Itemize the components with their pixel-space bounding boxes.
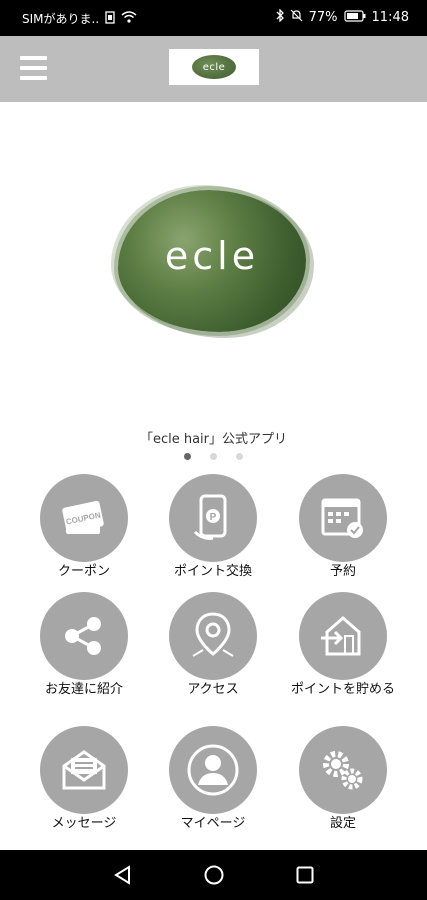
menu-tile-refer-friend[interactable]: お友達に紹介 — [29, 592, 139, 697]
coupon-icon: COUPON — [40, 474, 128, 562]
system-nav-bar — [0, 850, 427, 900]
checkin-icon — [299, 592, 387, 680]
menu-tile-reservation[interactable]: 予約 — [288, 474, 398, 579]
menu-label: お友達に紹介 — [44, 682, 123, 697]
carousel-indicator — [0, 453, 427, 460]
carousel-dot[interactable] — [184, 453, 191, 460]
status-bar: SIMがありま.. 77% 11:48 — [0, 0, 427, 36]
menu-tile-my-page[interactable]: マイページ — [158, 726, 268, 831]
wifi-icon — [121, 11, 137, 26]
menu-tile-points-exchange[interactable]: P ポイント交換 — [158, 474, 268, 579]
back-icon[interactable] — [112, 864, 134, 886]
app-header: ecle — [0, 36, 427, 102]
menu-label: ポイント交換 — [173, 564, 252, 579]
hero-logo-text: ecle — [164, 234, 260, 278]
person-icon — [169, 726, 257, 814]
mail-icon — [40, 726, 128, 814]
gears-icon — [299, 726, 387, 814]
menu-label: 予約 — [329, 564, 356, 579]
header-logo-mark: ecle — [192, 55, 236, 79]
menu-tile-settings[interactable]: 設定 — [288, 726, 398, 831]
menu-label: クーポン — [57, 564, 110, 579]
mute-bell-icon — [290, 9, 303, 26]
battery-icon — [343, 9, 366, 26]
menu-icon[interactable] — [20, 56, 47, 80]
sim-icon — [105, 10, 115, 27]
menu-label: アクセス — [187, 682, 239, 697]
bluetooth-icon — [276, 8, 284, 26]
share-icon — [40, 592, 128, 680]
carrier-text: SIMがありま.. — [22, 12, 100, 26]
menu-label: 設定 — [329, 816, 356, 831]
carousel-dot[interactable] — [210, 453, 217, 460]
calendar-icon — [299, 474, 387, 562]
hero-banner[interactable]: ecle — [0, 102, 427, 422]
clock-time: 11:48 — [371, 10, 409, 25]
hero-logo: ecle — [118, 190, 306, 332]
menu-label: メッセージ — [51, 816, 117, 831]
header-logo: ecle — [169, 49, 259, 85]
header-logo-text: ecle — [202, 61, 226, 73]
menu-tile-coupon[interactable]: COUPON クーポン — [29, 474, 139, 579]
home-icon[interactable] — [203, 864, 225, 886]
menu-tile-messages[interactable]: メッセージ — [29, 726, 139, 831]
map-pin-icon — [169, 592, 257, 680]
battery-percent: 77% — [308, 10, 338, 25]
menu-tile-earn-points[interactable]: ポイントを貯める — [288, 592, 398, 697]
point-card-icon: P — [169, 474, 257, 562]
app-caption: 「ecle hair」公式アプリ — [139, 432, 288, 447]
svg-text:P: P — [210, 512, 217, 523]
menu-label: ポイントを貯める — [290, 682, 395, 697]
menu-label: マイページ — [180, 816, 246, 831]
menu-tile-access[interactable]: アクセス — [158, 592, 268, 697]
recents-icon[interactable] — [294, 864, 316, 886]
carousel-dot[interactable] — [236, 453, 243, 460]
